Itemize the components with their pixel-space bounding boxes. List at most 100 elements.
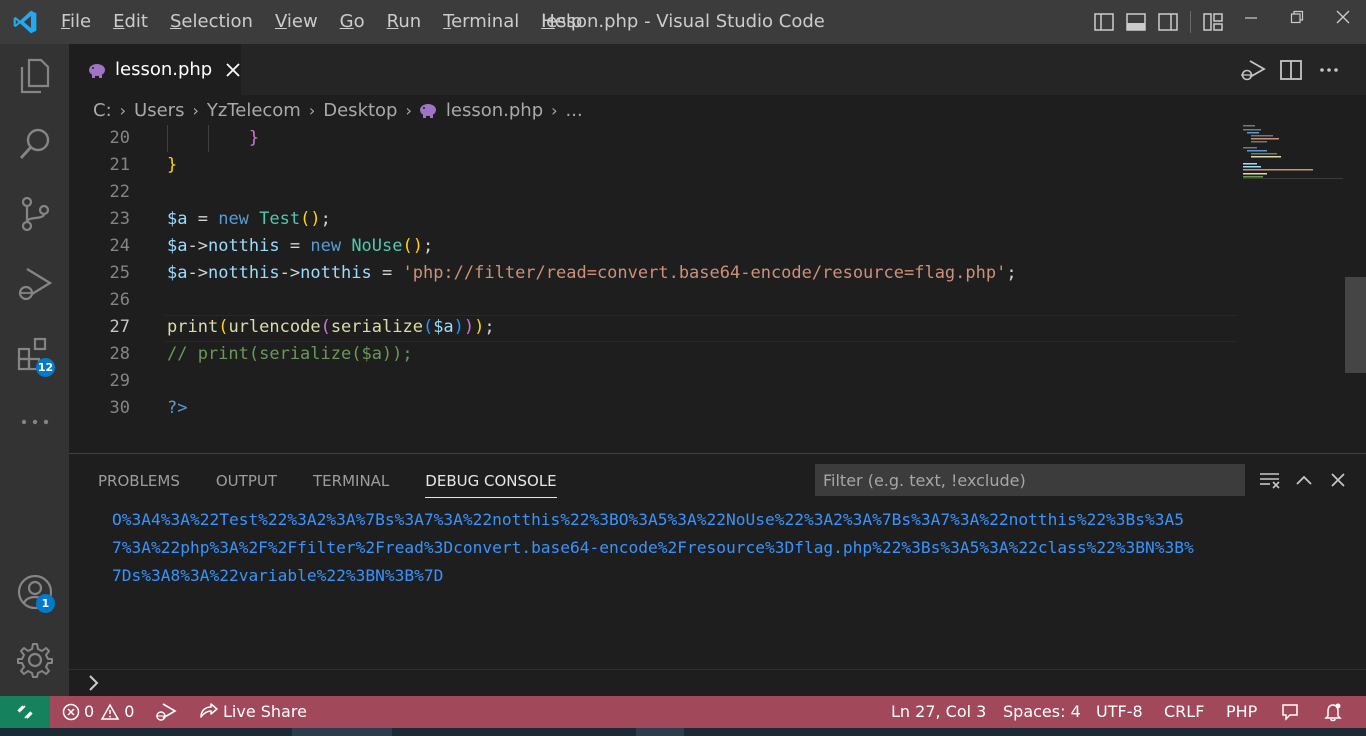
code-line[interactable]: 30 ?> [69, 395, 1239, 422]
code-text: print(urlencode(serialize($a))); [167, 314, 495, 341]
code-line[interactable]: 25 $a->notthis->notthis = 'php://filter/r… [69, 260, 1239, 287]
code-line[interactable]: 24 $a->notthis = new NoUse(); [69, 233, 1239, 260]
code-token: urlencode [228, 317, 321, 337]
tab-output[interactable]: OUTPUT [216, 454, 277, 498]
menu-label: ile [70, 11, 92, 32]
breadcrumb-item-desktop[interactable]: Desktop [321, 100, 399, 121]
accounts-icon[interactable]: 1 [0, 562, 69, 622]
code-token: ; [422, 236, 434, 256]
search-icon[interactable] [0, 114, 69, 174]
chevron-right-icon: › [308, 100, 316, 120]
live-share-button[interactable]: Live Share [199, 696, 307, 728]
run-debug-file-icon[interactable] [1234, 50, 1272, 90]
error-count: 0 [84, 702, 95, 721]
tab-lesson-php[interactable]: lesson.php [69, 44, 241, 95]
live-share-icon [200, 703, 218, 718]
clear-console-icon[interactable] [1253, 464, 1287, 496]
customize-layout-icon[interactable] [1197, 0, 1229, 44]
code-token: new [310, 236, 342, 256]
problems-status[interactable]: 0 0 [62, 696, 134, 728]
menu-label: un [398, 11, 422, 32]
run-and-debug-icon[interactable] [0, 254, 69, 314]
debug-status-icon[interactable] [155, 696, 181, 728]
tab-debug-console[interactable]: DEBUG CONSOLE [425, 454, 558, 498]
language-mode-status[interactable]: PHP [1226, 696, 1257, 728]
code-token: serialize [330, 317, 423, 337]
menu-item[interactable]: Go [329, 0, 376, 44]
line-number: 28 [109, 344, 130, 364]
chevron-right-icon: › [192, 100, 199, 120]
toggle-primary-sidebar-icon[interactable] [1088, 0, 1120, 44]
minimize-icon[interactable] [1228, 0, 1274, 34]
extensions-icon[interactable]: 12 [0, 324, 69, 384]
taskbar-segment [636, 728, 684, 736]
remote-indicator-icon[interactable] [0, 696, 50, 728]
source-control-icon[interactable] [0, 184, 69, 244]
feedback-icon[interactable] [1280, 696, 1304, 728]
menu-item[interactable]: Help [530, 0, 593, 44]
split-editor-icon[interactable] [1272, 50, 1310, 90]
cursor-position[interactable]: Ln 27, Col 3 [891, 696, 986, 728]
code-token: 'php://filter/read=convert.base64-encode… [402, 263, 1007, 283]
tab-terminal[interactable]: TERMINAL [313, 454, 389, 498]
close-tab-icon[interactable] [224, 60, 241, 80]
tab-label: lesson.php [115, 59, 213, 80]
restore-icon[interactable] [1274, 0, 1320, 34]
minimap[interactable] [1243, 125, 1343, 185]
explorer-icon[interactable] [0, 46, 69, 106]
code-token: () [402, 236, 423, 256]
more-actions-icon[interactable] [1310, 50, 1348, 90]
more-views-icon[interactable] [0, 392, 69, 452]
breadcrumb-item-users[interactable]: Users [132, 100, 186, 121]
code-text: $a->notthis->notthis = 'php://filter/rea… [167, 260, 1017, 287]
line-number: 25 [109, 263, 130, 283]
vscode-logo-icon[interactable] [0, 0, 50, 44]
eol-status[interactable]: CRLF [1164, 696, 1204, 728]
line-number: 26 [109, 290, 130, 310]
console-filter-input[interactable] [815, 464, 1245, 496]
panel-tabs: PROBLEMS OUTPUT TERMINAL DEBUG CONSOLE [98, 454, 593, 498]
code-line[interactable]: 21} [69, 152, 1239, 179]
encoding-status[interactable]: UTF-8 [1096, 696, 1143, 728]
code-token: notthis [207, 236, 280, 256]
close-window-icon[interactable] [1320, 0, 1366, 34]
code-line[interactable]: 29 [69, 368, 1239, 395]
code-editor[interactable]: 20 } 21} 22 23 $a = new Test(); 24 $a->notthis… [69, 125, 1366, 453]
breadcrumb-item-symbols[interactable]: ... [564, 100, 585, 121]
menu-accelerator: H [541, 11, 555, 32]
breadcrumb-item-drive[interactable]: C: [91, 100, 114, 121]
menu-item[interactable]: Run [376, 0, 433, 44]
menu-item[interactable]: Terminal [432, 0, 530, 44]
breadcrumb-item-user[interactable]: YzTelecom [205, 100, 303, 121]
editor-scrollbar-thumb[interactable] [1345, 277, 1366, 373]
code-line[interactable]: 27 print(urlencode(serialize($a))); [69, 314, 1239, 341]
code-line[interactable]: 20 } [69, 125, 1239, 152]
toggle-secondary-sidebar-icon[interactable] [1152, 0, 1184, 44]
menu-item[interactable]: View [264, 0, 329, 44]
window-controls [1228, 0, 1366, 44]
breadcrumb-item-file[interactable]: lesson.php [444, 100, 545, 121]
notifications-bell-icon[interactable] [1323, 696, 1347, 728]
menu-item[interactable]: Selection [159, 0, 264, 44]
chevron-right-icon: › [119, 100, 127, 120]
code-line[interactable]: 26 [69, 287, 1239, 314]
menu-item[interactable]: Edit [102, 0, 159, 44]
menu-label: iew [286, 11, 318, 32]
live-share-label: Live Share [223, 702, 307, 721]
menu-item[interactable]: File [50, 0, 102, 44]
toggle-panel-icon[interactable] [1120, 0, 1152, 44]
indentation-status[interactable]: Spaces: 4 [1003, 696, 1081, 728]
code-line[interactable]: 23 $a = new Test(); [69, 206, 1239, 233]
php-elephant-icon [87, 62, 107, 78]
manage-gear-icon[interactable] [0, 630, 69, 690]
close-panel-icon[interactable] [1321, 464, 1355, 496]
code-line[interactable]: 28 // print(serialize($a)); [69, 341, 1239, 368]
console-input-row[interactable] [69, 669, 1366, 697]
tab-problems[interactable]: PROBLEMS [98, 454, 180, 498]
code-text: // print(serialize($a)); [167, 341, 413, 368]
code-line[interactable]: 22 [69, 179, 1239, 206]
code-token: } [167, 155, 178, 175]
panel-actions [1253, 464, 1355, 496]
maximize-panel-chevron-up-icon[interactable] [1287, 464, 1321, 496]
code-token: } [248, 128, 260, 148]
